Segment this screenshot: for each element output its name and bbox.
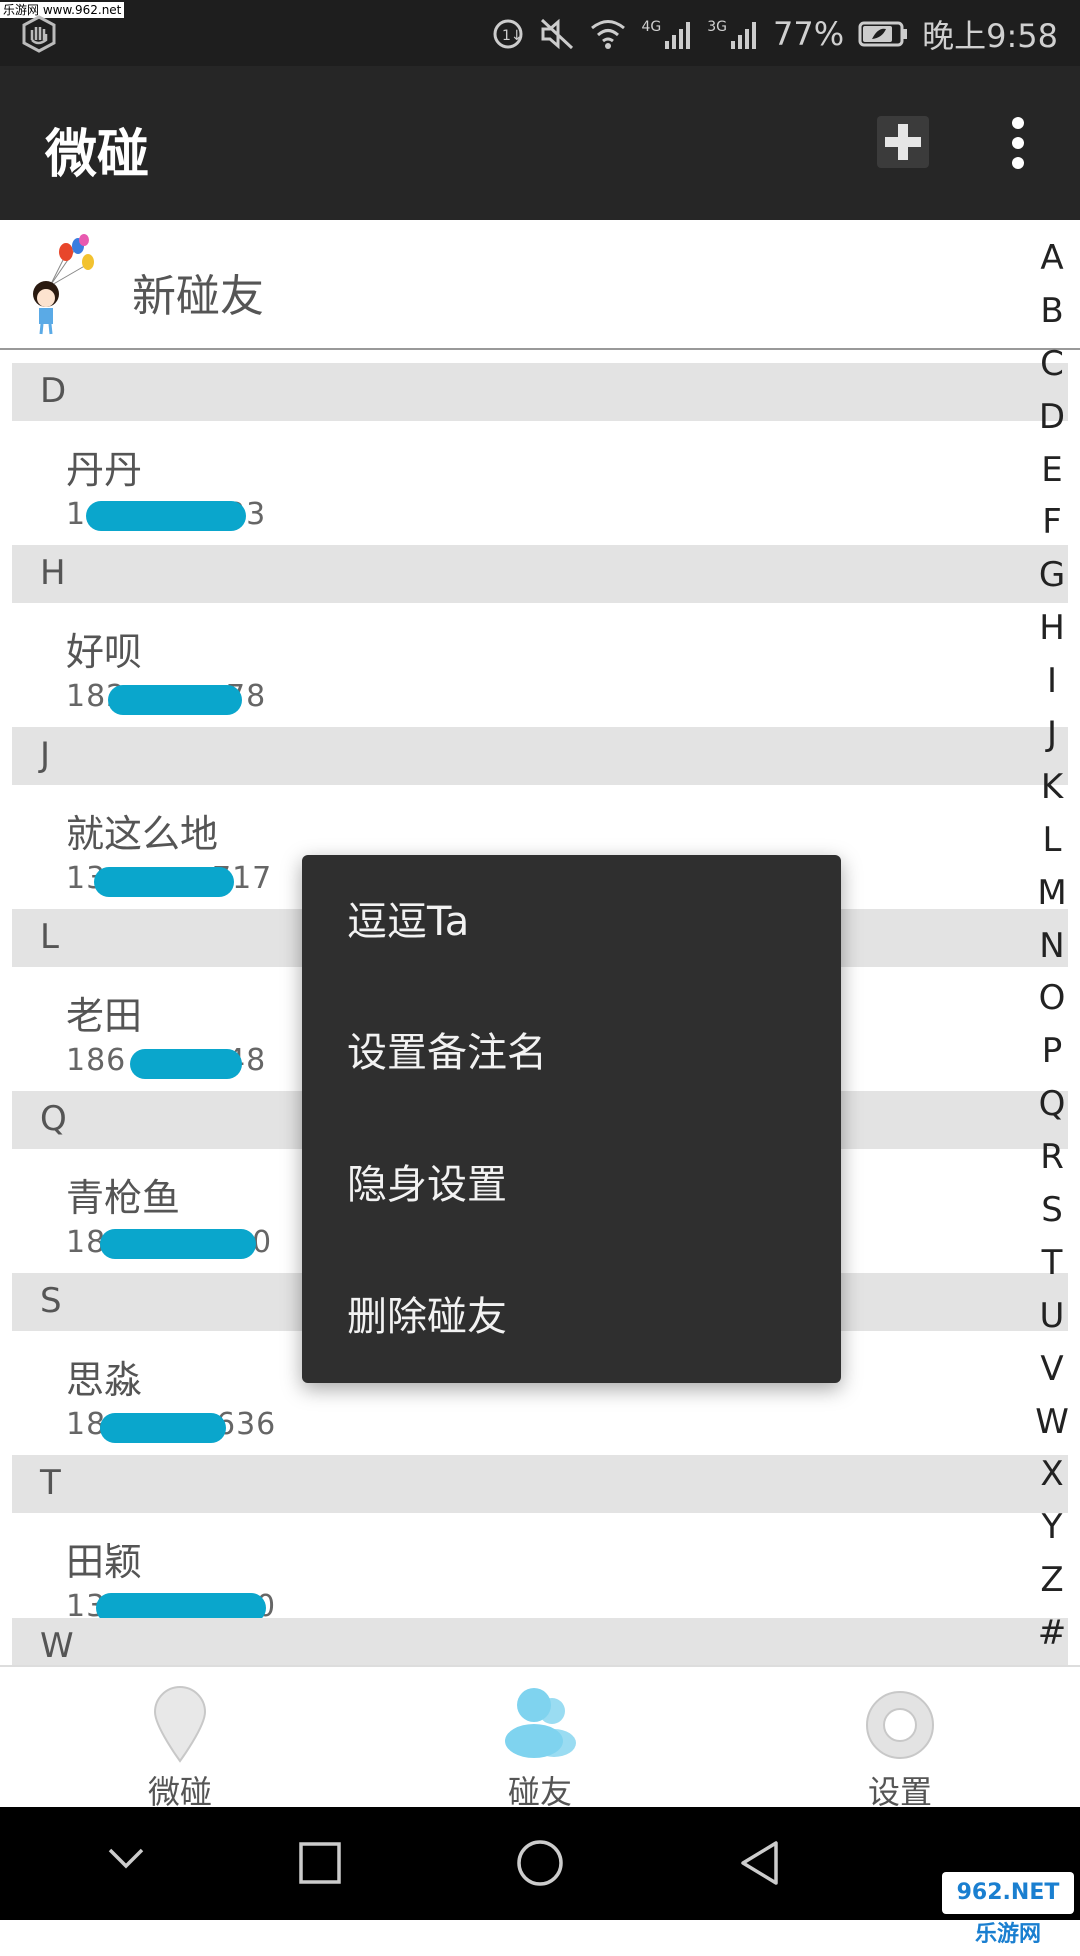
tab-weipeng[interactable]: 微碰	[60, 1667, 300, 1811]
svg-text:1↓: 1↓	[502, 28, 523, 44]
data-saver-icon: 1↓	[493, 19, 523, 49]
watermark: 乐游网 www.962.net	[0, 2, 125, 18]
index-letter[interactable]: T	[1030, 1237, 1074, 1290]
contact-name: 老田	[66, 994, 143, 1038]
menu-item-set-remark[interactable]: 设置备注名	[347, 1023, 547, 1083]
contact-name: 好呗	[66, 630, 143, 674]
contact-name: 思淼	[66, 1358, 143, 1402]
index-letter[interactable]: E	[1030, 444, 1074, 497]
index-letter[interactable]: R	[1030, 1131, 1074, 1184]
status-bar: 乐游网 www.962.net 1↓ 4G 3G 77% 晚上9:58	[0, 0, 1080, 66]
signal-bars-icon	[731, 22, 756, 49]
phone-redaction	[86, 501, 246, 531]
index-letter[interactable]: F	[1030, 496, 1074, 549]
clock: 晚上9:58	[922, 17, 1058, 55]
index-letter[interactable]: Q	[1030, 1078, 1074, 1131]
menu-item-delete-friend[interactable]: 删除碰友	[347, 1287, 507, 1347]
index-letter[interactable]: #	[1030, 1607, 1074, 1660]
index-letter[interactable]: N	[1030, 920, 1074, 973]
index-letter[interactable]: U	[1030, 1290, 1074, 1343]
contact-row[interactable]: 好呗 182 78	[0, 603, 1060, 727]
index-letter[interactable]: S	[1030, 1184, 1074, 1237]
chevron-down-icon[interactable]	[106, 1845, 146, 1871]
overflow-menu-icon[interactable]	[1006, 116, 1030, 170]
index-letter[interactable]: Z	[1030, 1554, 1074, 1607]
section-header-w: W	[12, 1618, 1068, 1665]
index-letter[interactable]: L	[1030, 814, 1074, 867]
index-letter[interactable]: W	[1030, 1396, 1074, 1449]
index-letter[interactable]: V	[1030, 1343, 1074, 1396]
new-friends-label: 新碰友	[132, 271, 264, 322]
tab-settings[interactable]: 设置	[780, 1667, 1020, 1811]
index-letter[interactable]: J	[1030, 708, 1074, 761]
contact-name: 就这么地	[66, 812, 219, 856]
app-notification-icon	[22, 15, 56, 53]
index-letter[interactable]: P	[1030, 1025, 1074, 1078]
contact-phone-start: 1	[66, 497, 87, 532]
tab-pengyou[interactable]: 碰友	[420, 1667, 660, 1811]
index-letter[interactable]: I	[1030, 655, 1074, 708]
contact-name: 丹丹	[66, 448, 143, 492]
settings-ring-icon	[866, 1691, 934, 1759]
section-header-j: J	[12, 727, 1068, 785]
app-bar: 微碰	[0, 66, 1080, 220]
balloon-girl-avatar	[33, 234, 94, 335]
back-icon[interactable]	[738, 1839, 782, 1887]
section-header-t: T	[12, 1455, 1068, 1513]
section-header-h: H	[12, 545, 1068, 603]
menu-item-tease[interactable]: 逗逗Ta	[347, 892, 469, 952]
mute-icon	[541, 18, 574, 50]
index-letter[interactable]: D	[1030, 391, 1074, 444]
index-letter[interactable]: G	[1030, 549, 1074, 602]
friends-icon	[505, 1688, 576, 1758]
menu-item-stealth-settings[interactable]: 隐身设置	[347, 1155, 507, 1215]
app-title: 微碰	[45, 125, 150, 185]
system-nav-bar: 962.NET 乐游网	[0, 1807, 1080, 1947]
wifi-icon	[591, 20, 626, 49]
phone-redaction	[100, 1413, 226, 1443]
contact-name: 田颖	[66, 1540, 143, 1584]
phone-redaction	[94, 867, 234, 897]
phone-redaction	[130, 1049, 242, 1079]
context-menu: 逗逗Ta 设置备注名 隐身设置 删除碰友	[302, 855, 841, 1383]
contact-name: 青枪鱼	[66, 1176, 181, 1220]
battery-percent: 77%	[773, 15, 845, 53]
site-watermark-logo: 962.NET 乐游网	[942, 1872, 1074, 1947]
index-letter[interactable]: A	[1030, 232, 1074, 285]
index-letter[interactable]: B	[1030, 285, 1074, 338]
section-header-d: D	[12, 363, 1068, 421]
signal-bars-icon	[665, 22, 691, 49]
index-letter[interactable]: K	[1030, 761, 1074, 814]
phone-redaction	[108, 685, 242, 715]
index-letter[interactable]: O	[1030, 972, 1074, 1025]
recent-apps-icon[interactable]	[298, 1841, 342, 1885]
index-letter[interactable]: H	[1030, 602, 1074, 655]
signal-4g: 4G	[641, 19, 693, 49]
index-letter[interactable]: X	[1030, 1448, 1074, 1501]
home-icon[interactable]	[516, 1839, 564, 1887]
signal-3g: 3G	[707, 19, 759, 49]
plus-icon	[885, 124, 921, 160]
phone-redaction	[100, 1229, 256, 1259]
index-letter[interactable]: M	[1030, 867, 1074, 920]
location-pin-icon	[153, 1686, 207, 1763]
contact-row[interactable]: 丹丹 1 33	[0, 421, 1060, 545]
index-letter[interactable]: Y	[1030, 1501, 1074, 1554]
contact-phone-start: 186	[66, 1043, 127, 1078]
add-button[interactable]	[877, 116, 929, 168]
alphabet-index-bar[interactable]: A B C D E F G H I J K L M N O P Q R S T U V W X Y Z #	[1030, 232, 1074, 1660]
battery-icon	[858, 21, 908, 47]
index-letter[interactable]: C	[1030, 338, 1074, 391]
new-friends-row[interactable]: 新碰友	[0, 220, 1080, 350]
bottom-tab-bar: 微碰 碰友 设置	[0, 1665, 1080, 1811]
